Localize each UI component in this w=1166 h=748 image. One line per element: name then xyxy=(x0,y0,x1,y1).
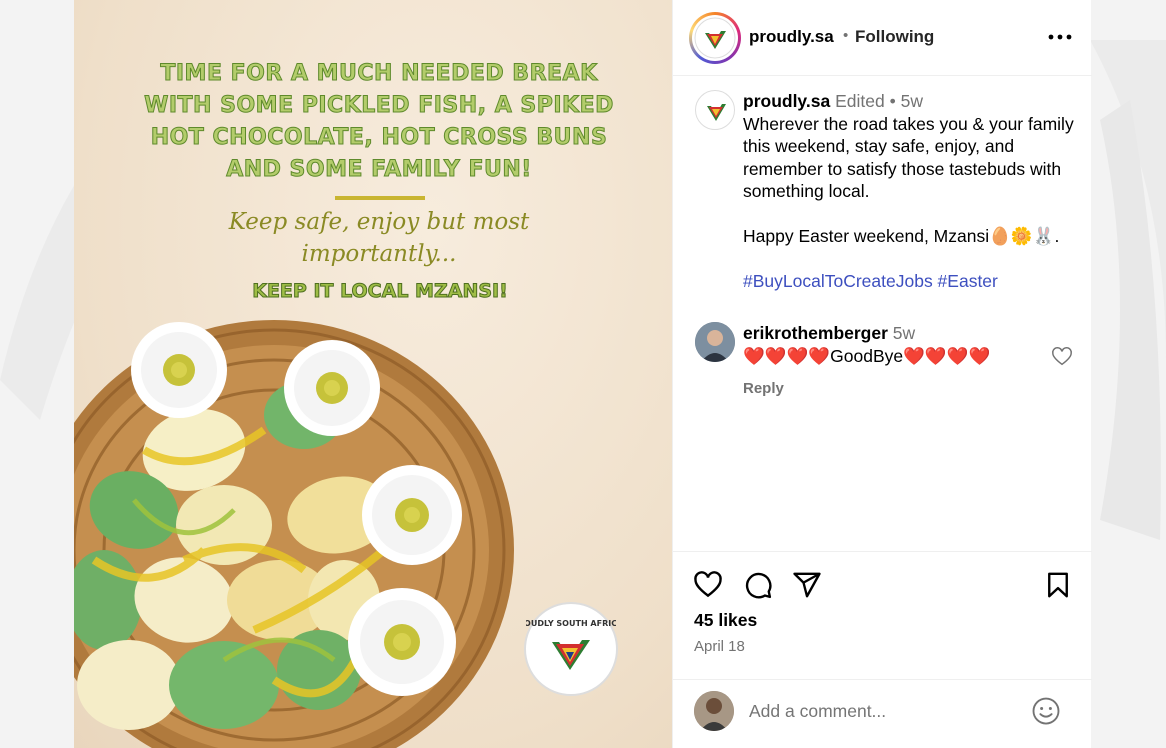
caption-avatar[interactable] xyxy=(695,90,735,130)
proudly-sa-logo-icon xyxy=(699,94,733,128)
current-user-avatar xyxy=(694,691,734,731)
save-bookmark-icon[interactable] xyxy=(1043,570,1073,600)
comment-like-heart-icon[interactable] xyxy=(1051,346,1073,368)
caption-text: Wherever the road takes you & your famil… xyxy=(743,113,1074,247)
post-header: proudly.sa • Following xyxy=(673,0,1092,76)
caption-hashtags[interactable]: #BuyLocalToCreateJobs #Easter xyxy=(743,270,1078,293)
post-image[interactable]: TIME FOR A MUCH NEEDED BREAK WITH SOME P… xyxy=(74,0,672,748)
caption-age: 5w xyxy=(900,91,923,111)
story-ring[interactable] xyxy=(689,12,741,64)
header-avatar xyxy=(692,15,738,61)
like-heart-icon[interactable] xyxy=(693,570,723,600)
commenter-avatar[interactable] xyxy=(695,322,735,362)
badge-text: PROUDLY SOUTH AFRICAN xyxy=(526,619,616,628)
add-comment-bar xyxy=(673,679,1092,748)
likes-count[interactable]: 45 likes xyxy=(694,610,757,631)
reply-button[interactable]: Reply xyxy=(743,380,784,397)
comment-username[interactable]: erikrothemberger xyxy=(743,323,888,343)
emoji-smiley-icon[interactable] xyxy=(1031,696,1061,726)
comment-bubble-icon[interactable] xyxy=(743,570,773,600)
header-username[interactable]: proudly.sa xyxy=(749,27,834,47)
post-actions: 45 likes April 18 xyxy=(673,551,1092,748)
more-horizontal-icon[interactable] xyxy=(1045,26,1075,48)
post-date: April 18 xyxy=(694,638,745,655)
post-script-text: Keep safe, enjoy but most importantly... xyxy=(228,209,530,267)
caption-edited: Edited xyxy=(835,91,885,111)
comment-text: ❤️❤️❤️❤️GoodBye❤️❤️❤️❤️ xyxy=(743,346,991,366)
caption-username[interactable]: proudly.sa xyxy=(743,91,830,111)
proudly-sa-logo-icon xyxy=(694,17,736,59)
keep-local-text: KEEP IT LOCAL MZANSI! xyxy=(252,280,509,303)
easter-basket-illustration xyxy=(74,320,514,748)
post-details-panel: proudly.sa • Following proudly.sa Edited… xyxy=(672,0,1092,748)
post-headline: TIME FOR A MUCH NEEDED BREAK WITH SOME P… xyxy=(144,61,614,183)
comment-input[interactable] xyxy=(749,701,1009,722)
proudly-south-african-badge: PROUDLY SOUTH AFRICAN xyxy=(512,602,630,696)
comment-age: 5w xyxy=(892,323,916,343)
share-paper-plane-icon[interactable] xyxy=(792,570,822,600)
headline-divider xyxy=(335,196,425,200)
header-separator: • xyxy=(843,27,849,44)
comment-item: erikrothemberger 5w ❤️❤️❤️❤️GoodBye❤️❤️❤… xyxy=(743,322,1043,368)
following-button[interactable]: Following xyxy=(855,27,934,47)
post-caption: proudly.sa Edited • 5w Wherever the road… xyxy=(743,90,1078,293)
caption-separator: • xyxy=(889,91,896,111)
